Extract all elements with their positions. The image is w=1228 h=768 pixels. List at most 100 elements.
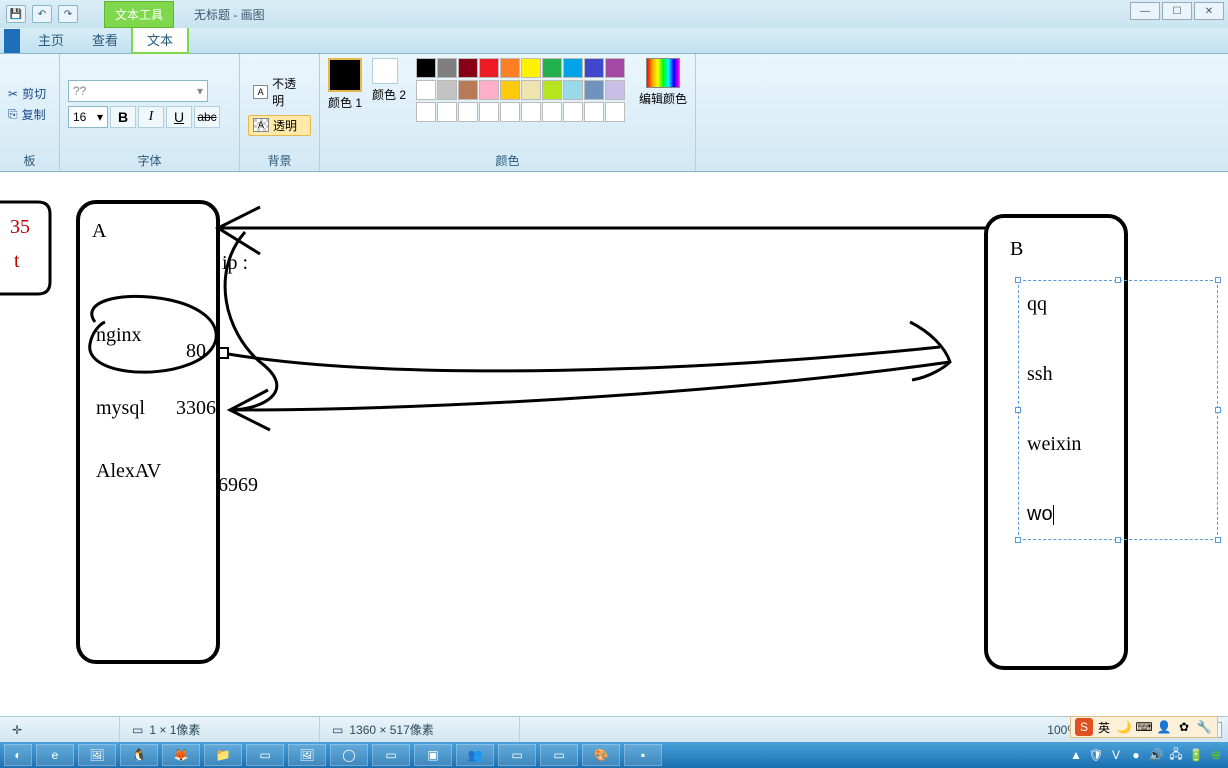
color-swatch[interactable] [605,58,625,78]
tab-view[interactable]: 查看 [78,26,132,53]
color-swatch[interactable] [458,102,478,122]
ime-lang[interactable]: 英 [1095,718,1113,736]
italic-button[interactable]: I [138,106,164,128]
taskbar-image-icon[interactable]: 🖼 [78,744,116,766]
color-swatch[interactable] [500,58,520,78]
color-swatch[interactable] [542,58,562,78]
taskbar-folder-icon[interactable]: 📁 [204,744,242,766]
resize-handle[interactable] [1115,277,1121,283]
ime-logo-icon[interactable]: S [1075,718,1093,736]
bold-button[interactable]: B [110,106,136,128]
maximize-button[interactable]: ☐ [1162,2,1192,20]
ime-gear-icon[interactable]: ✿ [1175,718,1193,736]
tray-plus-icon[interactable]: ⊕ [1208,747,1224,763]
color1-button[interactable]: 颜色 1 [328,58,362,111]
color-swatch[interactable] [563,58,583,78]
font-size-combo[interactable]: 16▾ [68,106,108,128]
resize-handle[interactable] [1015,407,1021,413]
resize-handle[interactable] [1115,537,1121,543]
taskbar-note-icon[interactable]: ▭ [540,744,578,766]
color-swatch[interactable] [458,80,478,100]
color-swatch[interactable] [584,102,604,122]
color-swatch[interactable] [416,80,436,100]
color-swatch[interactable] [437,80,457,100]
tray-battery-icon[interactable]: 🔋 [1188,747,1204,763]
taskbar-qq-icon[interactable]: 🐧 [120,744,158,766]
text-selection[interactable]: qq ssh weixin wo [1018,280,1218,540]
group-clipboard: ✂剪切 ⎘复制 板 [0,54,60,171]
color-swatch[interactable] [521,102,541,122]
color-swatch[interactable] [500,80,520,100]
taskbar-app2-icon[interactable]: ▭ [372,744,410,766]
taskbar-cmd-icon[interactable]: ▪ [624,744,662,766]
color-swatch[interactable] [563,80,583,100]
tab-text[interactable]: 文本 [132,25,188,53]
color-swatch[interactable] [479,80,499,100]
resize-handle[interactable] [1015,537,1021,543]
color2-button[interactable]: 颜色 2 [372,58,406,103]
underline-button[interactable]: U [166,106,192,128]
color-swatch[interactable] [605,80,625,100]
tray-shield-icon[interactable]: 🛡 [1088,747,1104,763]
tray-dot-icon[interactable]: ● [1128,747,1144,763]
color-swatch[interactable] [542,102,562,122]
canvas-text-box-b: B [1010,238,1023,261]
color-swatch[interactable] [521,80,541,100]
save-icon[interactable]: 💾 [6,5,26,23]
minimize-button[interactable]: — [1130,2,1160,20]
strikethrough-button[interactable]: abc [194,106,220,128]
resize-handle[interactable] [1215,277,1221,283]
ime-wrench-icon[interactable]: 🔧 [1195,718,1213,736]
color-swatch[interactable] [437,58,457,78]
canvas[interactable]: 35 t A ip : nginx 80 mysql 3306 AlexAV 6… [0,172,1228,716]
color-swatch[interactable] [542,80,562,100]
color-swatch[interactable] [605,102,625,122]
color-swatch[interactable] [584,80,604,100]
taskbar-people-icon[interactable]: 👥 [456,744,494,766]
ime-moon-icon[interactable]: 🌙 [1115,718,1133,736]
close-button[interactable]: ✕ [1194,2,1224,20]
resize-handle[interactable] [1015,277,1021,283]
tray-network-icon[interactable]: 🖧 [1168,747,1184,763]
color-swatch[interactable] [437,102,457,122]
taskbar-app-icon[interactable]: ▭ [246,744,284,766]
color-swatch[interactable] [416,58,436,78]
taskbar-ie-icon[interactable]: e [36,744,74,766]
tray-up-icon[interactable]: ▲ [1068,747,1084,763]
taskbar-firefox-icon[interactable]: 🦊 [162,744,200,766]
opaque-option[interactable]: A不透明 [248,73,311,111]
app-menu-button[interactable] [4,29,20,53]
redo-icon[interactable]: ↷ [58,5,78,23]
font-family-combo[interactable]: ??▾ [68,80,208,102]
start-button[interactable]: ◐ [4,744,32,766]
color-swatch[interactable] [500,102,520,122]
color-palette [416,58,625,122]
tray-v-icon[interactable]: V [1108,747,1124,763]
ime-toolbar[interactable]: S 英 🌙 ⌨ 👤 ✿ 🔧 [1070,716,1218,738]
resize-handle[interactable] [1215,407,1221,413]
color-swatch[interactable] [521,58,541,78]
copy-button[interactable]: ⎘复制 [8,106,51,123]
taskbar-paint-icon[interactable]: 🎨 [582,744,620,766]
color-swatch[interactable] [416,102,436,122]
tray-volume-icon[interactable]: 🔊 [1148,747,1164,763]
undo-icon[interactable]: ↶ [32,5,52,23]
canvas-text-box-a: A [92,220,106,243]
transparent-option[interactable]: A透明 [248,115,311,136]
ime-keyboard-icon[interactable]: ⌨ [1135,718,1153,736]
taskbar-picture-icon[interactable]: 🖼 [288,744,326,766]
taskbar-chrome-icon[interactable]: ◯ [330,744,368,766]
resize-handle[interactable] [1215,537,1221,543]
color-swatch[interactable] [584,58,604,78]
taskbar-pycharm-icon[interactable]: ▣ [414,744,452,766]
tab-home[interactable]: 主页 [24,26,78,53]
ime-person-icon[interactable]: 👤 [1155,718,1173,736]
color-swatch[interactable] [458,58,478,78]
canvas-text-alexav: AlexAV [96,460,161,483]
cut-button[interactable]: ✂剪切 [8,85,51,102]
color-swatch[interactable] [479,102,499,122]
taskbar-vm-icon[interactable]: ▭ [498,744,536,766]
edit-colors-button[interactable]: 编辑颜色 [639,58,687,107]
color-swatch[interactable] [479,58,499,78]
color-swatch[interactable] [563,102,583,122]
